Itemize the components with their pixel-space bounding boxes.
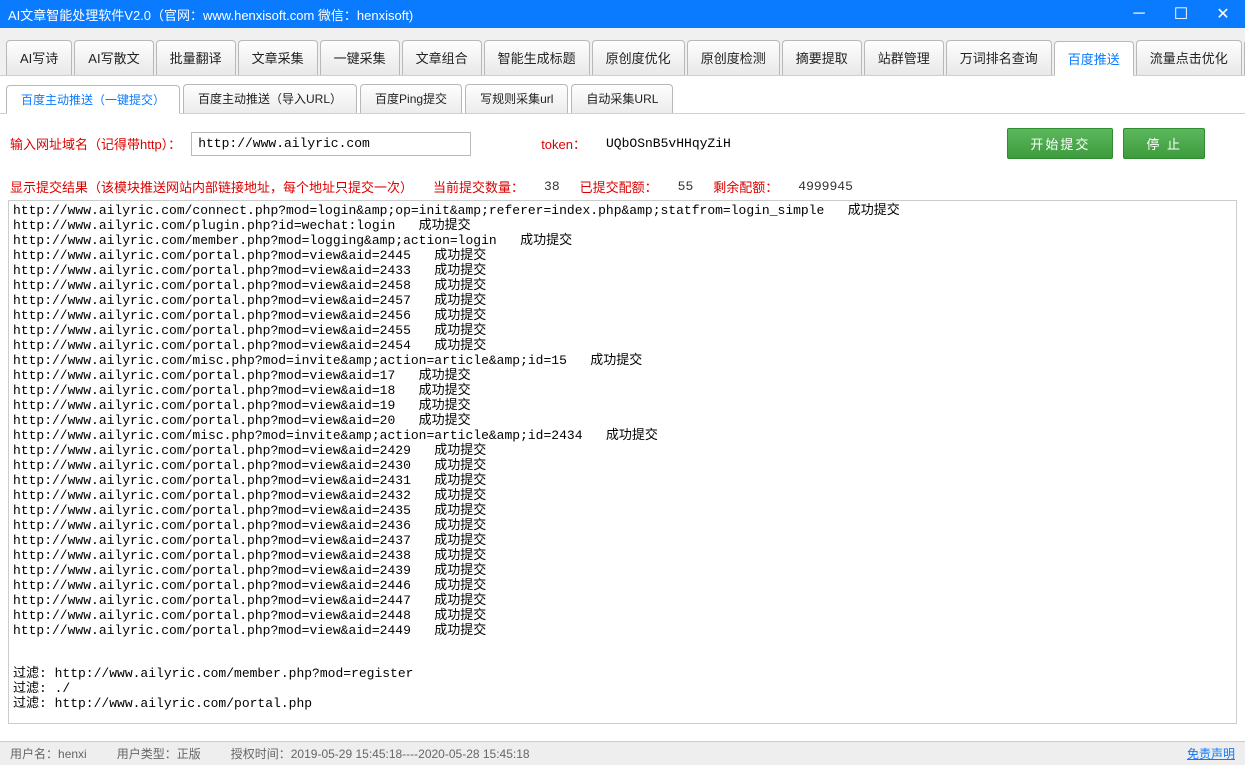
log-line: http://www.ailyric.com/portal.php?mod=vi… bbox=[13, 368, 1232, 383]
log-line: http://www.ailyric.com/portal.php?mod=vi… bbox=[13, 413, 1232, 428]
log-line: http://www.ailyric.com/portal.php?mod=vi… bbox=[13, 578, 1232, 593]
log-line: http://www.ailyric.com/portal.php?mod=vi… bbox=[13, 338, 1232, 353]
main-tab-3[interactable]: 文章采集 bbox=[238, 40, 318, 75]
log-line: http://www.ailyric.com/portal.php?mod=vi… bbox=[13, 278, 1232, 293]
log-line: http://www.ailyric.com/portal.php?mod=vi… bbox=[13, 503, 1232, 518]
log-line: http://www.ailyric.com/portal.php?mod=vi… bbox=[13, 308, 1232, 323]
current-count-value: 38 bbox=[544, 179, 560, 194]
sub-tab-1[interactable]: 百度主动推送（导入URL） bbox=[183, 84, 357, 113]
log-line: http://www.ailyric.com/portal.php?mod=vi… bbox=[13, 563, 1232, 578]
log-line: http://www.ailyric.com/portal.php?mod=vi… bbox=[13, 458, 1232, 473]
log-line: http://www.ailyric.com/portal.php?mod=vi… bbox=[13, 293, 1232, 308]
log-line: http://www.ailyric.com/portal.php?mod=vi… bbox=[13, 548, 1232, 563]
log-line: http://www.ailyric.com/portal.php?mod=vi… bbox=[13, 488, 1232, 503]
quota-used-value: 55 bbox=[678, 179, 694, 194]
log-filter-line: 过滤: http://www.ailyric.com/portal.php bbox=[13, 696, 1232, 711]
log-filter-line: 过滤: http://www.ailyric.com/member.php?mo… bbox=[13, 666, 1232, 681]
main-tab-8[interactable]: 原创度检测 bbox=[687, 40, 780, 75]
log-line: http://www.ailyric.com/portal.php?mod=vi… bbox=[13, 473, 1232, 488]
status-username: 用户名：henxi bbox=[10, 745, 87, 762]
log-line: http://www.ailyric.com/portal.php?mod=vi… bbox=[13, 623, 1232, 638]
log-line: http://www.ailyric.com/portal.php?mod=vi… bbox=[13, 533, 1232, 548]
quota-used-label: 已提交配额： bbox=[580, 177, 658, 196]
main-tab-10[interactable]: 站群管理 bbox=[864, 40, 944, 75]
titlebar: AI文章智能处理软件V2.0（官网：www.henxisoft.com 微信：h… bbox=[0, 0, 1245, 28]
main-tab-11[interactable]: 万词排名查询 bbox=[946, 40, 1052, 75]
main-tab-6[interactable]: 智能生成标题 bbox=[484, 40, 590, 75]
app-title: AI文章智能处理软件V2.0（官网：www.henxisoft.com 微信：h… bbox=[8, 5, 1125, 24]
sub-tab-2[interactable]: 百度Ping提交 bbox=[360, 84, 462, 113]
quota-left-value: 4999945 bbox=[798, 179, 853, 194]
statusbar: 用户名：henxi 用户类型：正版 授权时间：2019-05-29 15:45:… bbox=[0, 741, 1245, 765]
token-label: token： bbox=[541, 134, 586, 153]
current-count-label: 当前提交数量： bbox=[433, 177, 524, 196]
start-submit-button[interactable]: 开始提交 bbox=[1007, 128, 1113, 159]
log-line: http://www.ailyric.com/member.php?mod=lo… bbox=[13, 233, 1232, 248]
log-output[interactable]: http://www.ailyric.com/connect.php?mod=l… bbox=[8, 200, 1237, 724]
main-tab-4[interactable]: 一键采集 bbox=[320, 40, 400, 75]
log-line: http://www.ailyric.com/portal.php?mod=vi… bbox=[13, 608, 1232, 623]
log-line: http://www.ailyric.com/plugin.php?id=wec… bbox=[13, 218, 1232, 233]
token-value: UQbOSnB5vHHqyZiH bbox=[606, 136, 731, 151]
status-auth-time: 授权时间：2019-05-29 15:45:18----2020-05-28 1… bbox=[231, 745, 530, 762]
main-tab-9[interactable]: 摘要提取 bbox=[782, 40, 862, 75]
log-line: http://www.ailyric.com/portal.php?mod=vi… bbox=[13, 263, 1232, 278]
sub-tab-bar: 百度主动推送（一键提交）百度主动推送（导入URL）百度Ping提交写规则采集ur… bbox=[0, 76, 1245, 114]
main-tab-7[interactable]: 原创度优化 bbox=[592, 40, 685, 75]
result-header-text: 显示提交结果（该模块推送网站内部链接地址，每个地址只提交一次） bbox=[10, 177, 413, 196]
main-tab-5[interactable]: 文章组合 bbox=[402, 40, 482, 75]
stop-button[interactable]: 停 止 bbox=[1123, 128, 1205, 159]
disclaimer-link[interactable]: 免责声明 bbox=[1187, 745, 1235, 762]
main-tab-1[interactable]: AI写散文 bbox=[74, 40, 153, 75]
log-filter-line: 过滤: ./ bbox=[13, 681, 1232, 696]
main-tab-12[interactable]: 百度推送 bbox=[1054, 41, 1134, 76]
log-line: http://www.ailyric.com/portal.php?mod=vi… bbox=[13, 593, 1232, 608]
log-line: http://www.ailyric.com/portal.php?mod=vi… bbox=[13, 248, 1232, 263]
main-tab-13[interactable]: 流量点击优化 bbox=[1136, 40, 1242, 75]
log-line: http://www.ailyric.com/portal.php?mod=vi… bbox=[13, 398, 1232, 413]
status-usertype: 用户类型：正版 bbox=[117, 745, 201, 762]
result-header: 显示提交结果（该模块推送网站内部链接地址，每个地址只提交一次） 当前提交数量： … bbox=[0, 173, 1245, 198]
sub-tab-3[interactable]: 写规则采集url bbox=[465, 84, 568, 113]
sub-tab-4[interactable]: 自动采集URL bbox=[571, 84, 673, 113]
log-line: http://www.ailyric.com/connect.php?mod=l… bbox=[13, 203, 1232, 218]
log-line: http://www.ailyric.com/portal.php?mod=vi… bbox=[13, 383, 1232, 398]
maximize-icon[interactable]: ☐ bbox=[1167, 4, 1195, 24]
domain-label: 输入网址域名（记得带http）： bbox=[10, 134, 181, 153]
main-tab-2[interactable]: 批量翻译 bbox=[156, 40, 236, 75]
quota-left-label: 剩余配额： bbox=[713, 177, 778, 196]
domain-input[interactable] bbox=[191, 132, 471, 156]
main-tab-bar: AI写诗AI写散文批量翻译文章采集一键采集文章组合智能生成标题原创度优化原创度检… bbox=[0, 28, 1245, 76]
main-tab-0[interactable]: AI写诗 bbox=[6, 40, 72, 75]
minimize-icon[interactable]: ─ bbox=[1125, 4, 1153, 24]
log-line: http://www.ailyric.com/portal.php?mod=vi… bbox=[13, 443, 1232, 458]
log-line: http://www.ailyric.com/misc.php?mod=invi… bbox=[13, 353, 1232, 368]
log-line: http://www.ailyric.com/portal.php?mod=vi… bbox=[13, 323, 1232, 338]
log-line: http://www.ailyric.com/misc.php?mod=invi… bbox=[13, 428, 1232, 443]
log-line: http://www.ailyric.com/portal.php?mod=vi… bbox=[13, 518, 1232, 533]
close-icon[interactable]: ✕ bbox=[1209, 4, 1237, 24]
sub-tab-0[interactable]: 百度主动推送（一键提交） bbox=[6, 85, 180, 114]
input-row: 输入网址域名（记得带http）： token： UQbOSnB5vHHqyZiH… bbox=[0, 114, 1245, 173]
